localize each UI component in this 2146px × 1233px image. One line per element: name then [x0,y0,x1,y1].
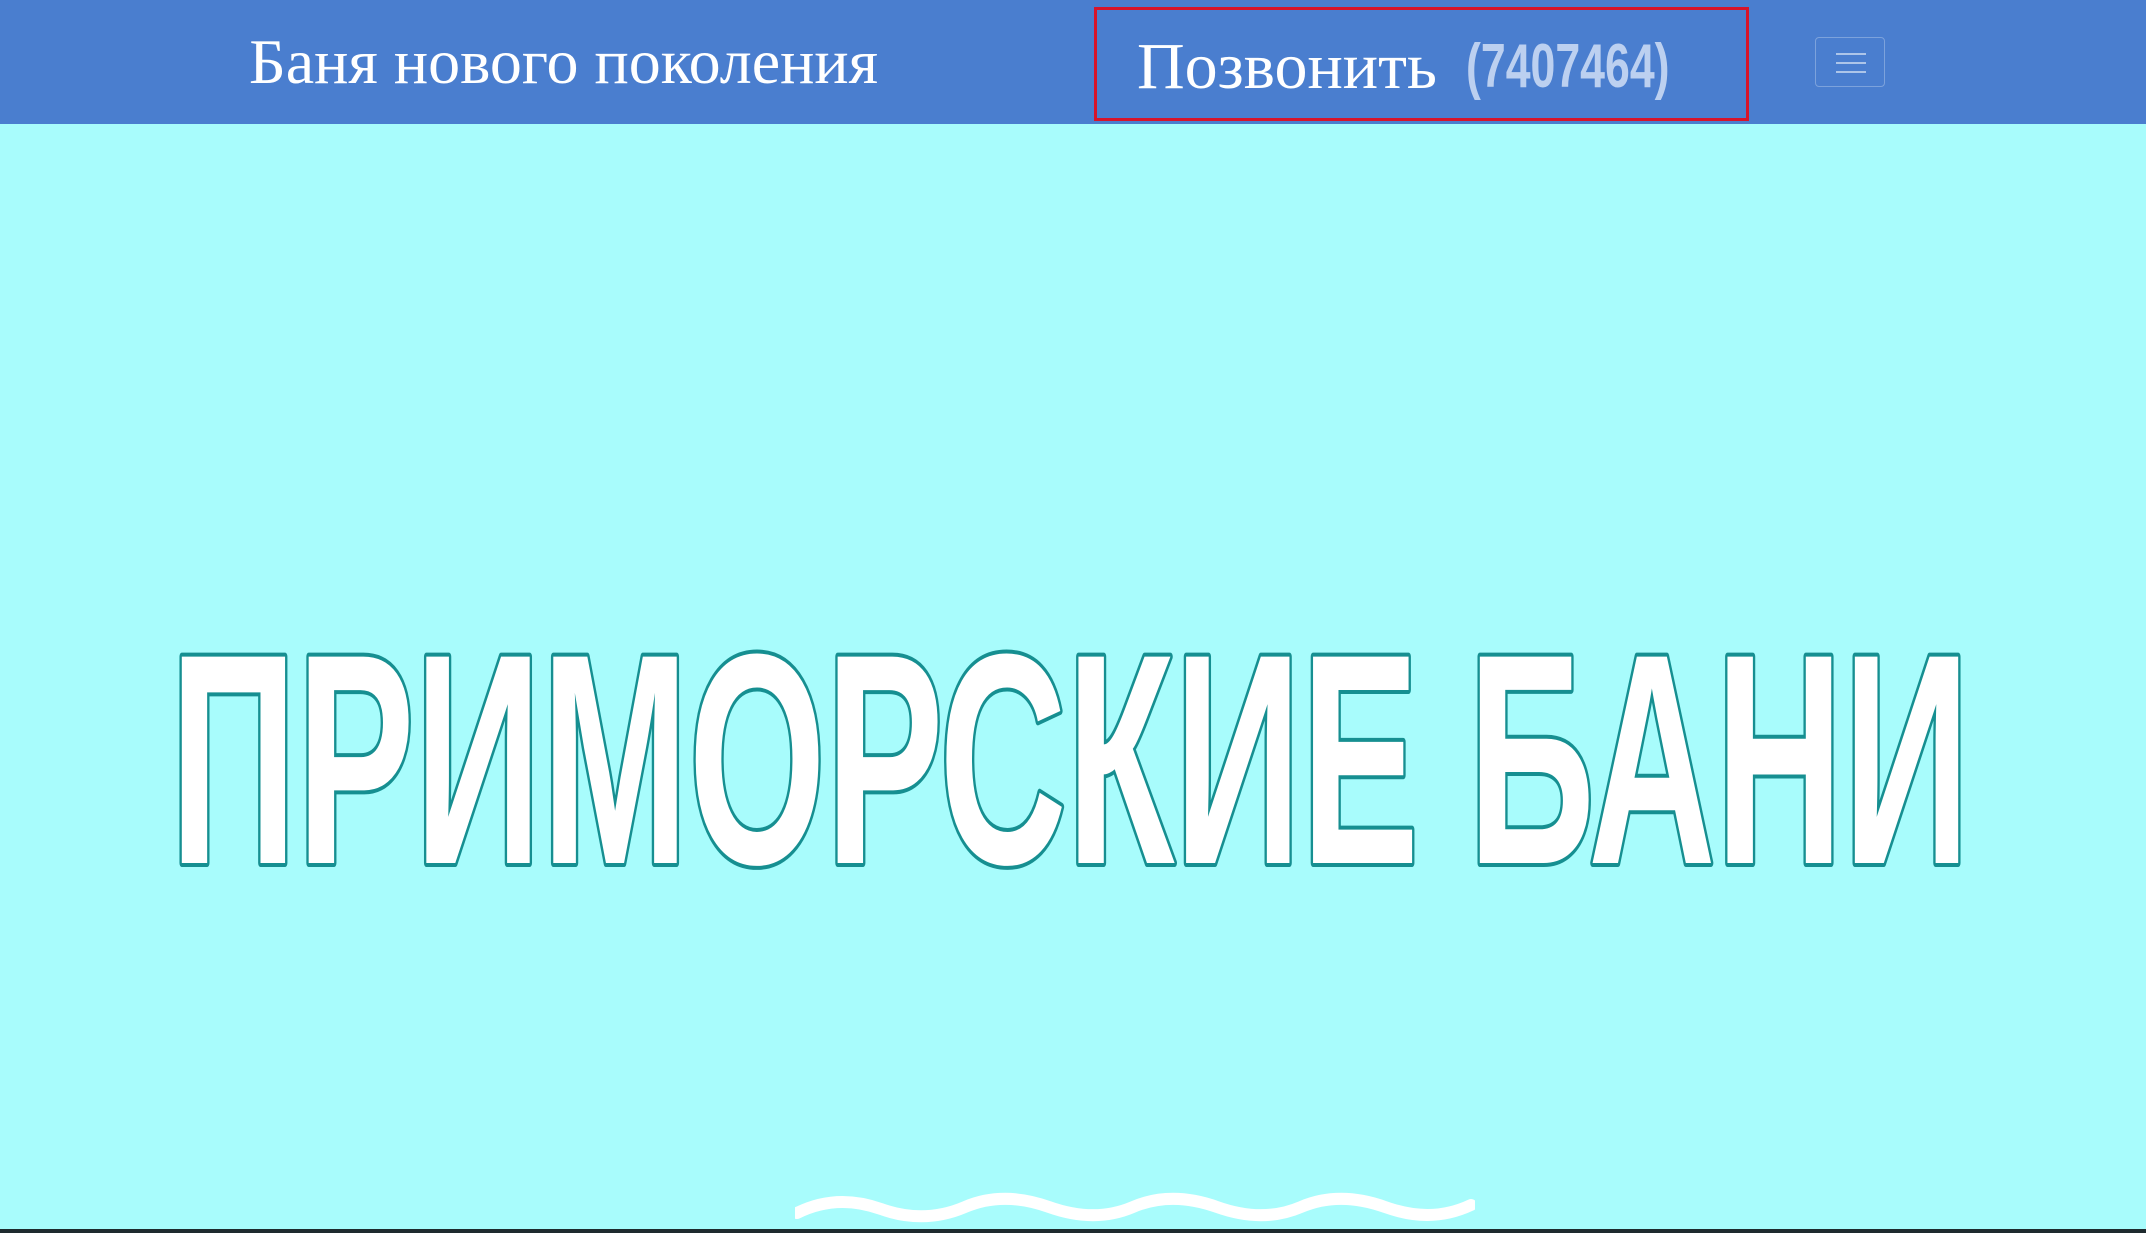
hamburger-icon [1836,53,1866,73]
page: Баня нового поколения Позвонить (7407464… [0,0,2146,1233]
navbar: Баня нового поколения Позвонить (7407464… [0,0,2146,124]
call-label: Позвонить [1137,30,1438,103]
call-button[interactable]: Позвонить (7407464) [1094,7,1749,121]
wave-icon [795,1192,1475,1223]
brand-link[interactable]: Баня нового поколения [249,22,878,102]
hero-title-text: ПРИМОРСКИЕ БАНИ [170,620,1970,880]
phone-number: (7407464) [1466,32,1670,101]
hero-title: ПРИМОРСКИЕ БАНИ [166,620,1974,880]
menu-toggle-button[interactable] [1815,37,1885,87]
bottom-edge-line [0,1229,2146,1233]
